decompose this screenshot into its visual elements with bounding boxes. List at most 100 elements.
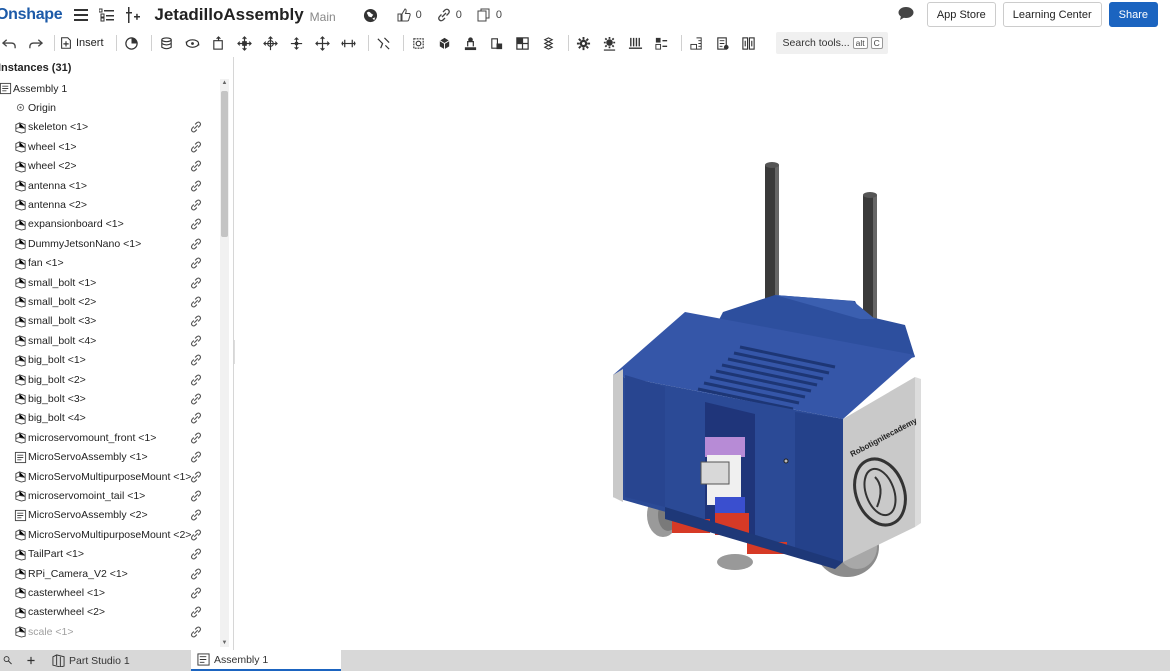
linked-document-icon[interactable] xyxy=(190,121,202,133)
comments-icon[interactable] xyxy=(898,6,916,24)
copies-counter[interactable]: 0 xyxy=(476,7,502,23)
tree-item[interactable]: MicroServoMultipurposeMount <1> xyxy=(0,467,218,486)
linked-document-icon[interactable] xyxy=(190,141,202,153)
linked-document-icon[interactable] xyxy=(190,277,202,289)
hamburger-menu-icon[interactable] xyxy=(70,4,92,26)
expand-chevron-icon[interactable]: › xyxy=(0,452,5,463)
linked-document-icon[interactable] xyxy=(190,393,202,405)
gear-icon[interactable] xyxy=(573,32,595,54)
tree-item[interactable]: expansionboard <1> xyxy=(0,215,218,234)
align-icon[interactable] xyxy=(651,32,673,54)
search-tools-input[interactable]: Search tools... alt C xyxy=(775,32,888,54)
pin-slot-mate-icon[interactable] xyxy=(286,32,308,54)
mate-connector-icon[interactable] xyxy=(408,32,430,54)
panel-scrollbar[interactable]: ▲ ▼ xyxy=(220,79,229,647)
tree-item[interactable]: DummyJetsonNano <1> xyxy=(0,234,218,253)
tree-item[interactable]: antenna <1> xyxy=(0,176,218,195)
links-counter[interactable]: 0 xyxy=(436,7,462,23)
gear-relation-icon[interactable] xyxy=(460,32,482,54)
linked-document-icon[interactable] xyxy=(190,296,202,308)
tree-item[interactable]: small_bolt <3> xyxy=(0,312,218,331)
linked-document-icon[interactable] xyxy=(190,335,202,347)
motion-gear-icon[interactable] xyxy=(599,32,621,54)
replicate-icon[interactable] xyxy=(121,32,143,54)
linked-document-icon[interactable] xyxy=(190,412,202,424)
tree-item[interactable]: scale <1> xyxy=(0,622,218,641)
linked-document-icon[interactable] xyxy=(190,606,202,618)
redo-icon[interactable] xyxy=(24,32,46,54)
add-tab-icon[interactable] xyxy=(20,650,46,671)
insert-element-icon[interactable] xyxy=(122,4,144,26)
linked-document-icon[interactable] xyxy=(190,199,202,211)
graphics-viewport[interactable]: Robotignitecademy xyxy=(235,57,1170,650)
app-store-button[interactable]: App Store xyxy=(926,2,996,27)
scroll-thumb[interactable] xyxy=(221,91,228,237)
learning-center-button[interactable]: Learning Center xyxy=(1002,2,1102,27)
tree-item[interactable]: microservomount_front <1> xyxy=(0,428,218,447)
explode-view-icon[interactable] xyxy=(538,32,560,54)
tree-item[interactable]: big_bolt <3> xyxy=(0,389,218,408)
document-title[interactable]: JetadilloAssembly xyxy=(154,5,303,25)
tangent-mate-icon[interactable] xyxy=(373,32,395,54)
linked-document-icon[interactable] xyxy=(190,315,202,327)
tree-item[interactable]: casterwheel <1> xyxy=(0,583,218,602)
tab-assembly[interactable]: Assembly 1 xyxy=(191,650,341,671)
tree-item[interactable]: skeleton <1> xyxy=(0,118,218,137)
likes-counter[interactable]: 0 xyxy=(396,7,422,23)
linear-pattern-icon[interactable] xyxy=(625,32,647,54)
tree-item[interactable]: wheel <2> xyxy=(0,157,218,176)
planar-mate-icon[interactable] xyxy=(234,32,256,54)
linked-document-icon[interactable] xyxy=(190,548,202,560)
onshape-logo[interactable]: Onshape xyxy=(0,6,63,24)
section-view-icon[interactable] xyxy=(512,32,534,54)
tree-item[interactable]: wheel <1> xyxy=(0,137,218,156)
linked-document-icon[interactable] xyxy=(190,218,202,230)
linked-document-icon[interactable] xyxy=(190,471,202,483)
tree-item[interactable]: casterwheel <2> xyxy=(0,603,218,622)
caster-wheel[interactable] xyxy=(717,554,753,570)
linked-document-icon[interactable] xyxy=(190,626,202,638)
tree-item[interactable]: big_bolt <1> xyxy=(0,351,218,370)
linked-document-icon[interactable] xyxy=(190,529,202,541)
linked-document-icon[interactable] xyxy=(190,490,202,502)
insert-button[interactable]: Insert xyxy=(59,36,104,50)
rack-pinion-icon[interactable] xyxy=(486,32,508,54)
fastened-mate-icon[interactable] xyxy=(156,32,178,54)
tree-root-assembly[interactable]: Assembly 1 xyxy=(0,79,218,98)
tree-item[interactable]: › MicroServoAssembly <2> xyxy=(0,506,218,525)
scroll-up-icon[interactable]: ▲ xyxy=(221,79,228,87)
robot-model[interactable]: Robotignitecademy xyxy=(235,57,1170,650)
configure-icon[interactable] xyxy=(738,32,760,54)
share-button[interactable]: Share xyxy=(1108,2,1158,27)
tree-origin[interactable]: Origin xyxy=(0,98,218,117)
linked-document-icon[interactable] xyxy=(190,509,202,521)
cylindrical-mate-icon[interactable] xyxy=(260,32,282,54)
linked-document-icon[interactable] xyxy=(190,568,202,580)
tree-item[interactable]: small_bolt <1> xyxy=(0,273,218,292)
linked-document-icon[interactable] xyxy=(190,257,202,269)
expand-chevron-icon[interactable]: › xyxy=(0,510,5,521)
ball-mate-icon[interactable] xyxy=(312,32,334,54)
linked-document-icon[interactable] xyxy=(190,180,202,192)
linked-document-icon[interactable] xyxy=(190,587,202,599)
tree-item[interactable]: antenna <2> xyxy=(0,195,218,214)
tree-item[interactable]: big_bolt <2> xyxy=(0,370,218,389)
linked-document-icon[interactable] xyxy=(190,451,202,463)
tree-item[interactable]: RPi_Camera_V2 <1> xyxy=(0,564,218,583)
tab-part-studio[interactable]: Part Studio 1 xyxy=(46,650,191,671)
feature-list-icon[interactable] xyxy=(96,4,118,26)
group-icon[interactable] xyxy=(434,32,456,54)
tree-item[interactable]: microservomoint_tail <1> xyxy=(0,486,218,505)
branch-label[interactable]: Main xyxy=(310,10,336,24)
scroll-down-icon[interactable]: ▼ xyxy=(221,639,228,647)
document-manager-icon[interactable] xyxy=(0,650,20,671)
linked-document-icon[interactable] xyxy=(190,432,202,444)
tree-item[interactable]: small_bolt <4> xyxy=(0,331,218,350)
revolute-mate-icon[interactable] xyxy=(182,32,204,54)
tree-item[interactable]: MicroServoMultipurposeMount <2> xyxy=(0,525,218,544)
tree-item[interactable]: › MicroServoAssembly <1> xyxy=(0,448,218,467)
undo-icon[interactable] xyxy=(0,32,20,54)
linked-document-icon[interactable] xyxy=(190,160,202,172)
tree-item[interactable]: big_bolt <4> xyxy=(0,409,218,428)
linked-document-icon[interactable] xyxy=(190,374,202,386)
